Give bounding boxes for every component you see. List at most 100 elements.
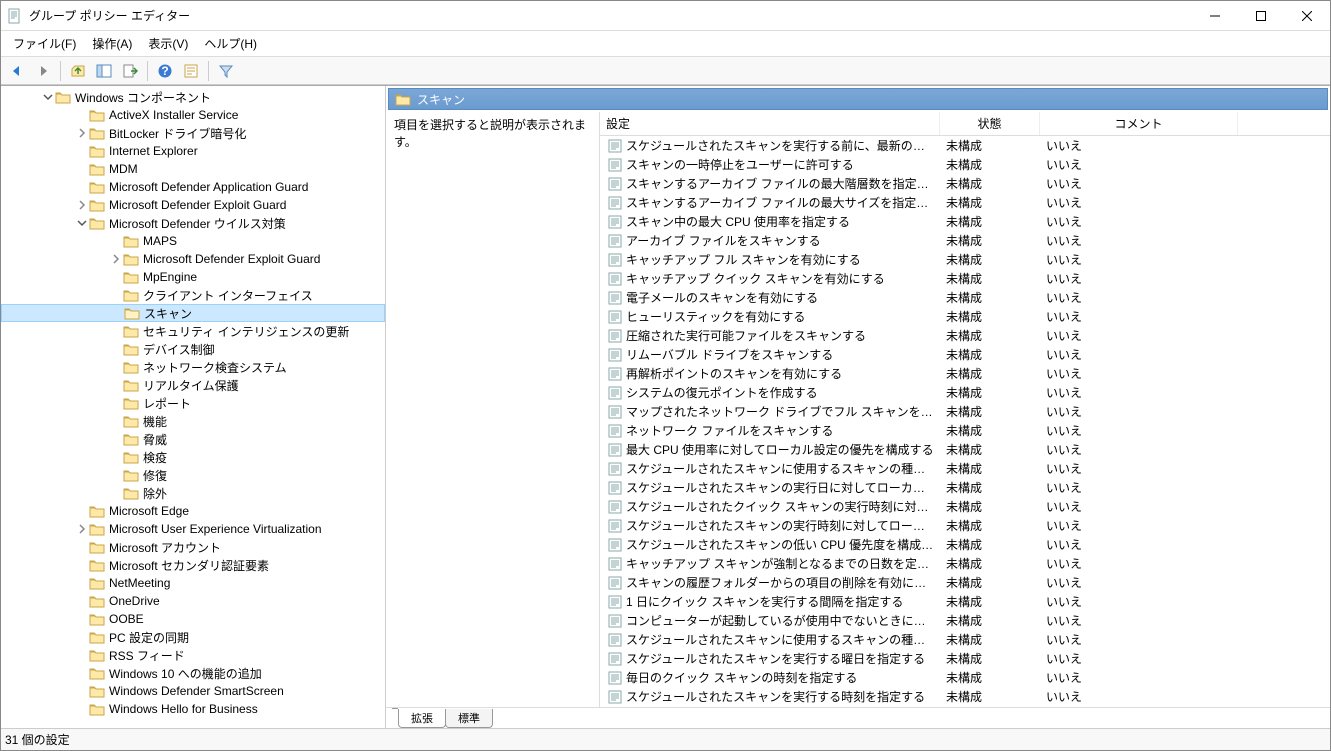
minimize-button[interactable] — [1192, 1, 1238, 31]
setting-name-cell: システムの復元ポイントを作成する — [600, 384, 940, 401]
menu-view[interactable]: 表示(V) — [140, 32, 196, 55]
tree-item[interactable]: 除外 — [1, 484, 385, 502]
tree-item[interactable]: Microsoft セカンダリ認証要素 — [1, 556, 385, 574]
list-item[interactable]: スケジュールされたスキャンを実行する前に、最新のウイルスおよびスパ...未構成い… — [600, 136, 1330, 155]
list-item[interactable]: スケジュールされたクイック スキャンの実行時刻に対してローカル設定...未構成い… — [600, 497, 1330, 516]
maximize-button[interactable] — [1238, 1, 1284, 31]
setting-comment-cell: いいえ — [1040, 574, 1238, 591]
tree-pane[interactable]: Windows コンポーネントActiveX Installer Service… — [1, 86, 386, 728]
tree-item[interactable]: BitLocker ドライブ暗号化 — [1, 124, 385, 142]
tree-item[interactable]: RSS フィード — [1, 646, 385, 664]
tree-expander-icon[interactable] — [75, 522, 89, 536]
setting-name-cell: キャッチアップ クイック スキャンを有効にする — [600, 270, 940, 287]
menu-help[interactable]: ヘルプ(H) — [196, 32, 265, 55]
tab-extended[interactable]: 拡張 — [398, 709, 446, 728]
list-item[interactable]: スキャンの履歴フォルダーからの項目の削除を有効にする未構成いいえ — [600, 573, 1330, 592]
tree-item[interactable]: Windows コンポーネント — [1, 88, 385, 106]
list-item[interactable]: スキャンするアーカイブ ファイルの最大階層数を指定する未構成いいえ — [600, 174, 1330, 193]
list-item[interactable]: スケジュールされたスキャンの実行日に対してローカル設定の優先を構...未構成いい… — [600, 478, 1330, 497]
list-item[interactable]: スケジュールされたスキャンを実行する曜日を指定する未構成いいえ — [600, 649, 1330, 668]
tree-item[interactable]: NetMeeting — [1, 574, 385, 592]
list-item[interactable]: スキャンの一時停止をユーザーに許可する未構成いいえ — [600, 155, 1330, 174]
menu-file[interactable]: ファイル(F) — [5, 32, 84, 55]
help-button[interactable]: ? — [153, 59, 177, 83]
tree-item[interactable]: 機能 — [1, 412, 385, 430]
tree-item[interactable]: 修復 — [1, 466, 385, 484]
list-item[interactable]: ネットワーク ファイルをスキャンする未構成いいえ — [600, 421, 1330, 440]
list-item[interactable]: キャッチアップ スキャンが強制となるまでの日数を定義する未構成いいえ — [600, 554, 1330, 573]
tree-item[interactable]: Windows Hello for Business — [1, 700, 385, 718]
list-item[interactable]: コンピューターが起動しているが使用中でないときにのみスケジュールさ...未構成い… — [600, 611, 1330, 630]
tree-item[interactable]: Microsoft Defender ウイルス対策 — [1, 214, 385, 232]
list-item[interactable]: スケジュールされたスキャンの実行時刻に対してローカル設定の優先を...未構成いい… — [600, 516, 1330, 535]
list-item[interactable]: アーカイブ ファイルをスキャンする未構成いいえ — [600, 231, 1330, 250]
list-item[interactable]: スケジュールされたスキャンに使用するスキャンの種類を指定する未構成いいえ — [600, 630, 1330, 649]
close-button[interactable] — [1284, 1, 1330, 31]
tree-item[interactable]: セキュリティ インテリジェンスの更新 — [1, 322, 385, 340]
list-item[interactable]: キャッチアップ フル スキャンを有効にする未構成いいえ — [600, 250, 1330, 269]
list-item[interactable]: マップされたネットワーク ドライブでフル スキャンを実行する未構成いいえ — [600, 402, 1330, 421]
tree-item[interactable]: Windows Defender SmartScreen — [1, 682, 385, 700]
tree-item[interactable]: Windows 10 への機能の追加 — [1, 664, 385, 682]
list-item[interactable]: スケジュールされたスキャンを実行する時刻を指定する未構成いいえ — [600, 687, 1330, 706]
list-item[interactable]: リムーバブル ドライブをスキャンする未構成いいえ — [600, 345, 1330, 364]
col-state[interactable]: 状態 — [940, 112, 1040, 135]
list-item[interactable]: スキャン中の最大 CPU 使用率を指定する未構成いいえ — [600, 212, 1330, 231]
tree-item[interactable]: MAPS — [1, 232, 385, 250]
tree-item-label: PC 設定の同期 — [109, 629, 189, 646]
tree-item[interactable]: 検疫 — [1, 448, 385, 466]
tree-item-label: 脅威 — [143, 431, 167, 448]
tree-expander-icon[interactable] — [41, 90, 55, 104]
list-item[interactable]: キャッチアップ クイック スキャンを有効にする未構成いいえ — [600, 269, 1330, 288]
tree-item[interactable]: リアルタイム保護 — [1, 376, 385, 394]
tree-item[interactable]: MDM — [1, 160, 385, 178]
statusbar: 31 個の設定 — [1, 728, 1330, 750]
tree-item[interactable]: ActiveX Installer Service — [1, 106, 385, 124]
list-item[interactable]: 電子メールのスキャンを有効にする未構成いいえ — [600, 288, 1330, 307]
tree-item[interactable]: Internet Explorer — [1, 142, 385, 160]
tree-item[interactable]: レポート — [1, 394, 385, 412]
col-setting[interactable]: 設定 — [600, 112, 940, 135]
list-item[interactable]: スケジュールされたスキャンの低い CPU 優先度を構成する未構成いいえ — [600, 535, 1330, 554]
list-item[interactable]: ヒューリスティックを有効にする未構成いいえ — [600, 307, 1330, 326]
tree-item[interactable]: デバイス制御 — [1, 340, 385, 358]
tree-expander-icon[interactable] — [109, 252, 123, 266]
tree-item[interactable]: Microsoft Defender Exploit Guard — [1, 250, 385, 268]
tree-item[interactable]: Microsoft Defender Exploit Guard — [1, 196, 385, 214]
tree-item[interactable]: Microsoft Defender Application Guard — [1, 178, 385, 196]
menu-action[interactable]: 操作(A) — [84, 32, 140, 55]
tab-standard[interactable]: 標準 — [445, 709, 493, 728]
export-button[interactable] — [118, 59, 142, 83]
tree-expander-icon[interactable] — [75, 126, 89, 140]
tree-expander-icon[interactable] — [75, 198, 89, 212]
forward-button[interactable] — [31, 59, 55, 83]
tree-item[interactable]: OOBE — [1, 610, 385, 628]
tree-item[interactable]: 脅威 — [1, 430, 385, 448]
tree-item[interactable]: ネットワーク検査システム — [1, 358, 385, 376]
show-tree-button[interactable] — [92, 59, 116, 83]
up-level-button[interactable] — [66, 59, 90, 83]
list-item[interactable]: スケジュールされたスキャンに使用するスキャンの種類に対してローカル...未構成い… — [600, 459, 1330, 478]
tree-item[interactable]: Microsoft Edge — [1, 502, 385, 520]
list-item[interactable]: 1 日にクイック スキャンを実行する間隔を指定する未構成いいえ — [600, 592, 1330, 611]
tree-item[interactable]: スキャン — [1, 304, 385, 322]
col-comment[interactable]: コメント — [1040, 112, 1238, 135]
back-button[interactable] — [5, 59, 29, 83]
list-item[interactable]: 毎日のクイック スキャンの時刻を指定する未構成いいえ — [600, 668, 1330, 687]
tree-expander-icon[interactable] — [75, 216, 89, 230]
tree-item[interactable]: PC 設定の同期 — [1, 628, 385, 646]
tree-item[interactable]: MpEngine — [1, 268, 385, 286]
tree-item[interactable]: Microsoft User Experience Virtualization — [1, 520, 385, 538]
list-item[interactable]: 再解析ポイントのスキャンを有効にする未構成いいえ — [600, 364, 1330, 383]
tree-item[interactable]: OneDrive — [1, 592, 385, 610]
settings-list[interactable]: 設定 状態 コメント スケジュールされたスキャンを実行する前に、最新のウイルスお… — [600, 112, 1330, 707]
properties-button[interactable] — [179, 59, 203, 83]
list-item[interactable]: 最大 CPU 使用率に対してローカル設定の優先を構成する未構成いいえ — [600, 440, 1330, 459]
list-item[interactable]: スキャンするアーカイブ ファイルの最大サイズを指定する未構成いいえ — [600, 193, 1330, 212]
list-item[interactable]: システムの復元ポイントを作成する未構成いいえ — [600, 383, 1330, 402]
tree-item[interactable]: Microsoft アカウント — [1, 538, 385, 556]
list-item[interactable]: 圧縮された実行可能ファイルをスキャンする未構成いいえ — [600, 326, 1330, 345]
filter-button[interactable] — [214, 59, 238, 83]
tree-item-label: BitLocker ドライブ暗号化 — [109, 125, 246, 142]
tree-item[interactable]: クライアント インターフェイス — [1, 286, 385, 304]
